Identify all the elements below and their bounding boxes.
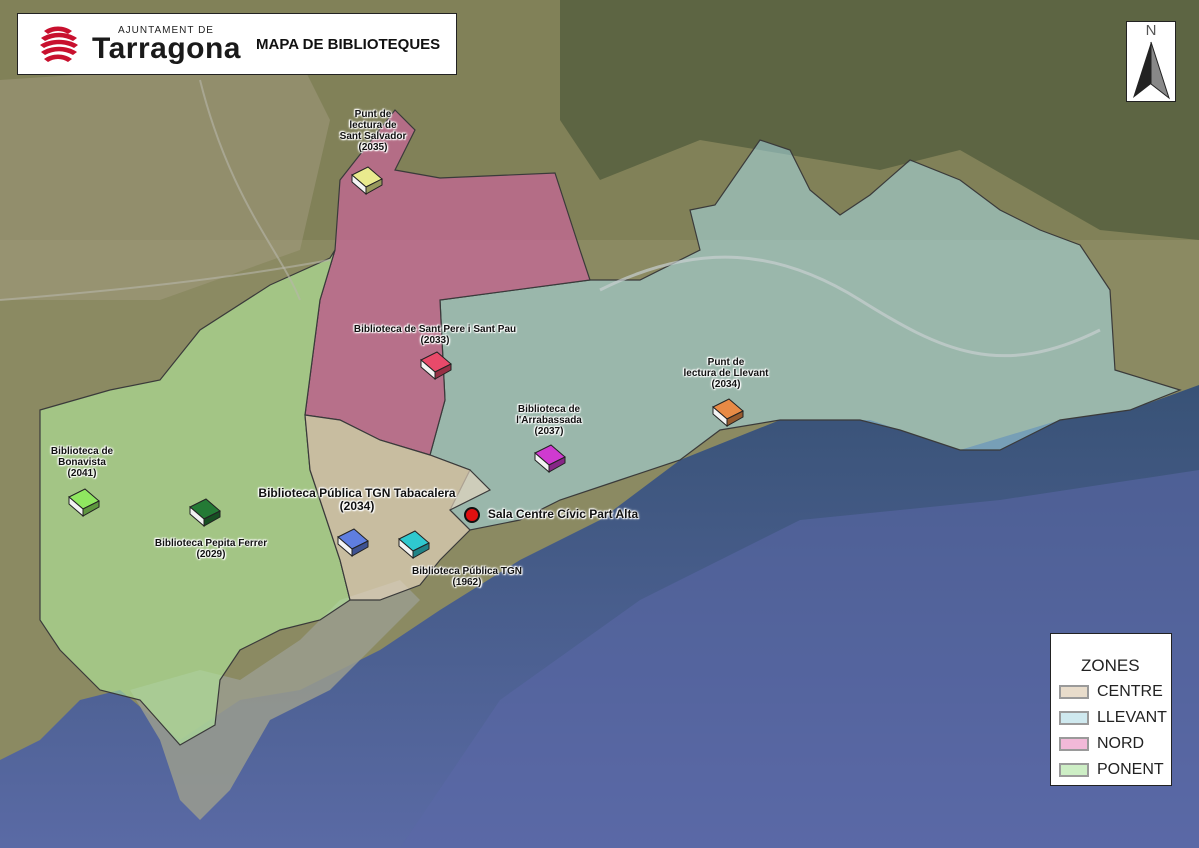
center-point-marker[interactable] (464, 507, 480, 523)
library-book-icon-sant-pere[interactable] (419, 350, 453, 384)
legend-item-centre: CENTRE (1059, 682, 1163, 702)
north-arrow: N (1126, 21, 1176, 102)
library-label-llevant: Punt de lectura de Llevant (2034) (683, 357, 769, 390)
library-label-sant-pere: Biblioteca de Sant Pere i Sant Pau (2033… (353, 324, 517, 346)
legend-swatch (1059, 711, 1089, 725)
library-label-pepita-ferrer: Biblioteca Pepita Ferrer (2029) (154, 538, 268, 560)
page-title: MAPA DE BIBLIOTEQUES (256, 36, 441, 53)
library-label-tabacalera: Biblioteca Pública TGN Tabacalera (2034) (258, 486, 456, 513)
library-label-publica-tgn: Biblioteca Pública TGN (1962) (411, 566, 523, 588)
tarragona-logo-icon (40, 26, 78, 62)
legend-swatch (1059, 737, 1089, 751)
legend-item-llevant: LLEVANT (1059, 708, 1167, 728)
legend-title: ZONES (1081, 656, 1140, 675)
center-point-label: Sala Centre Cívic Part Alta (487, 507, 639, 521)
library-label-bonavista: Biblioteca de Bonavista (2041) (50, 446, 114, 479)
library-book-icon-arrabassada[interactable] (533, 443, 567, 477)
map-canvas[interactable] (0, 0, 1199, 848)
zones-legend: ZONES CENTRE LLEVANT NORD PONENT (1050, 633, 1172, 786)
library-book-icon-publica-tgn[interactable] (397, 529, 431, 563)
library-book-icon-tabacalera[interactable] (336, 527, 370, 561)
legend-swatch (1059, 685, 1089, 699)
library-book-icon-sant-salvador[interactable] (350, 165, 384, 199)
north-arrow-icon (1133, 41, 1170, 100)
map-header: AJUNTAMENT DE Tarragona MAPA DE BIBLIOTE… (17, 13, 457, 75)
legend-item-ponent: PONENT (1059, 760, 1164, 780)
legend-swatch (1059, 763, 1089, 777)
legend-item-nord: NORD (1059, 734, 1144, 754)
library-book-icon-llevant[interactable] (711, 397, 745, 431)
logo-title: Tarragona (92, 32, 241, 65)
library-label-sant-salvador: Punt de lectura de Sant Salvador (2035) (339, 109, 407, 153)
library-label-arrabassada: Biblioteca de l'Arrabassada (2037) (516, 404, 582, 437)
library-book-icon-bonavista[interactable] (67, 487, 101, 521)
library-book-icon-pepita-ferrer[interactable] (188, 497, 222, 531)
